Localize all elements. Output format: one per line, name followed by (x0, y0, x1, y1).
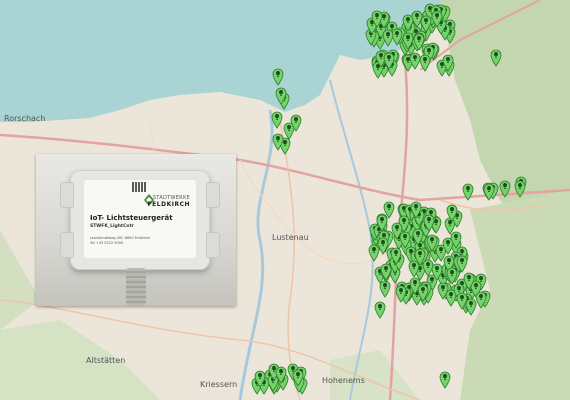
place-label-lustenau: Lustenau (272, 233, 309, 242)
map-pin-light-icon[interactable] (456, 292, 468, 310)
map-pin-light-icon[interactable] (414, 248, 426, 266)
map-pin-light-icon[interactable] (419, 54, 431, 72)
mount-tab (206, 182, 220, 208)
map-pin-light-icon[interactable] (254, 370, 266, 388)
device-title: IoT- Lichtsteuergerät (90, 214, 173, 222)
map-pin-light-icon[interactable] (423, 214, 435, 232)
map-pin-light-icon[interactable] (271, 111, 283, 129)
map-pin-light-icon[interactable] (275, 366, 287, 384)
map-pin-light-icon[interactable] (463, 272, 475, 290)
map-pin-light-icon[interactable] (382, 29, 394, 48)
map-pin-light-icon[interactable] (499, 180, 511, 198)
map-pin-light-icon[interactable] (442, 54, 454, 72)
brand-logo: STADTWERKE FELDKIRCH (147, 195, 190, 208)
map-pin-light-icon[interactable] (446, 204, 458, 222)
map-pin-light-icon[interactable] (420, 15, 432, 33)
brand-line-2: FELDKIRCH (147, 200, 190, 208)
map-pin-light-icon[interactable] (290, 114, 302, 132)
device-label: STADTWERKE FELDKIRCH IoT- Lichtsteuerger… (84, 180, 196, 258)
map-pin-light-icon[interactable] (275, 87, 287, 106)
cable-gland (126, 268, 146, 306)
map-pin-light-icon[interactable] (475, 291, 487, 309)
map-pin-light-icon[interactable] (390, 247, 402, 265)
device-photo: STADTWERKE FELDKIRCH IoT- Lichtsteuerger… (36, 154, 236, 306)
map-pin-light-icon[interactable] (292, 369, 304, 387)
map-pin-light-icon[interactable] (490, 49, 502, 67)
mount-tab (206, 232, 220, 258)
map-pin-light-icon[interactable] (409, 52, 421, 70)
map-pin-light-icon[interactable] (450, 231, 462, 250)
place-label-altstatten: Altstätten (86, 356, 126, 365)
map-pin-light-icon[interactable] (402, 32, 414, 50)
map-pin-light-icon[interactable] (383, 52, 395, 70)
device-code: STWFK_LightCntr (90, 224, 134, 229)
map-pin-light-icon[interactable] (377, 237, 389, 255)
map-pin-light-icon[interactable] (272, 133, 284, 152)
map-pin-light-icon[interactable] (462, 183, 474, 201)
map-pin-light-icon[interactable] (395, 285, 407, 303)
map-pin-light-icon[interactable] (483, 183, 495, 201)
map-pin-light-icon[interactable] (417, 284, 429, 302)
map-pin-light-icon[interactable] (431, 263, 443, 281)
device-phone: Tel +43 5522 9000 (90, 241, 124, 245)
map-pin-light-icon[interactable] (426, 234, 438, 252)
map-pin-light-icon[interactable] (514, 180, 526, 198)
map-pin-light-icon[interactable] (431, 10, 443, 28)
map-pin-light-icon[interactable] (371, 10, 383, 28)
mount-tab (60, 232, 74, 258)
map-pin-light-icon[interactable] (374, 301, 386, 319)
place-label-hohenems: Hohenems (322, 376, 365, 385)
device-housing: STADTWERKE FELDKIRCH IoT- Lichtsteuerger… (60, 170, 220, 270)
map-pin-light-icon[interactable] (456, 255, 468, 273)
device-address: Leusbündtweg 49C 6800 Feldkirch (90, 236, 151, 240)
place-label-kriessern: Kriessern (200, 380, 238, 389)
map-pin-light-icon[interactable] (439, 371, 451, 389)
map-pin-light-icon[interactable] (410, 201, 422, 220)
map-pin-light-icon[interactable] (380, 263, 392, 282)
place-label-rorschach: Rorschach (4, 114, 46, 123)
mount-tab (60, 182, 74, 208)
qr-code-icon (132, 182, 146, 192)
map-view[interactable]: Rorschach Lustenau Altstätten Hohenems K… (0, 0, 570, 400)
map-pin-light-icon[interactable] (272, 68, 284, 87)
